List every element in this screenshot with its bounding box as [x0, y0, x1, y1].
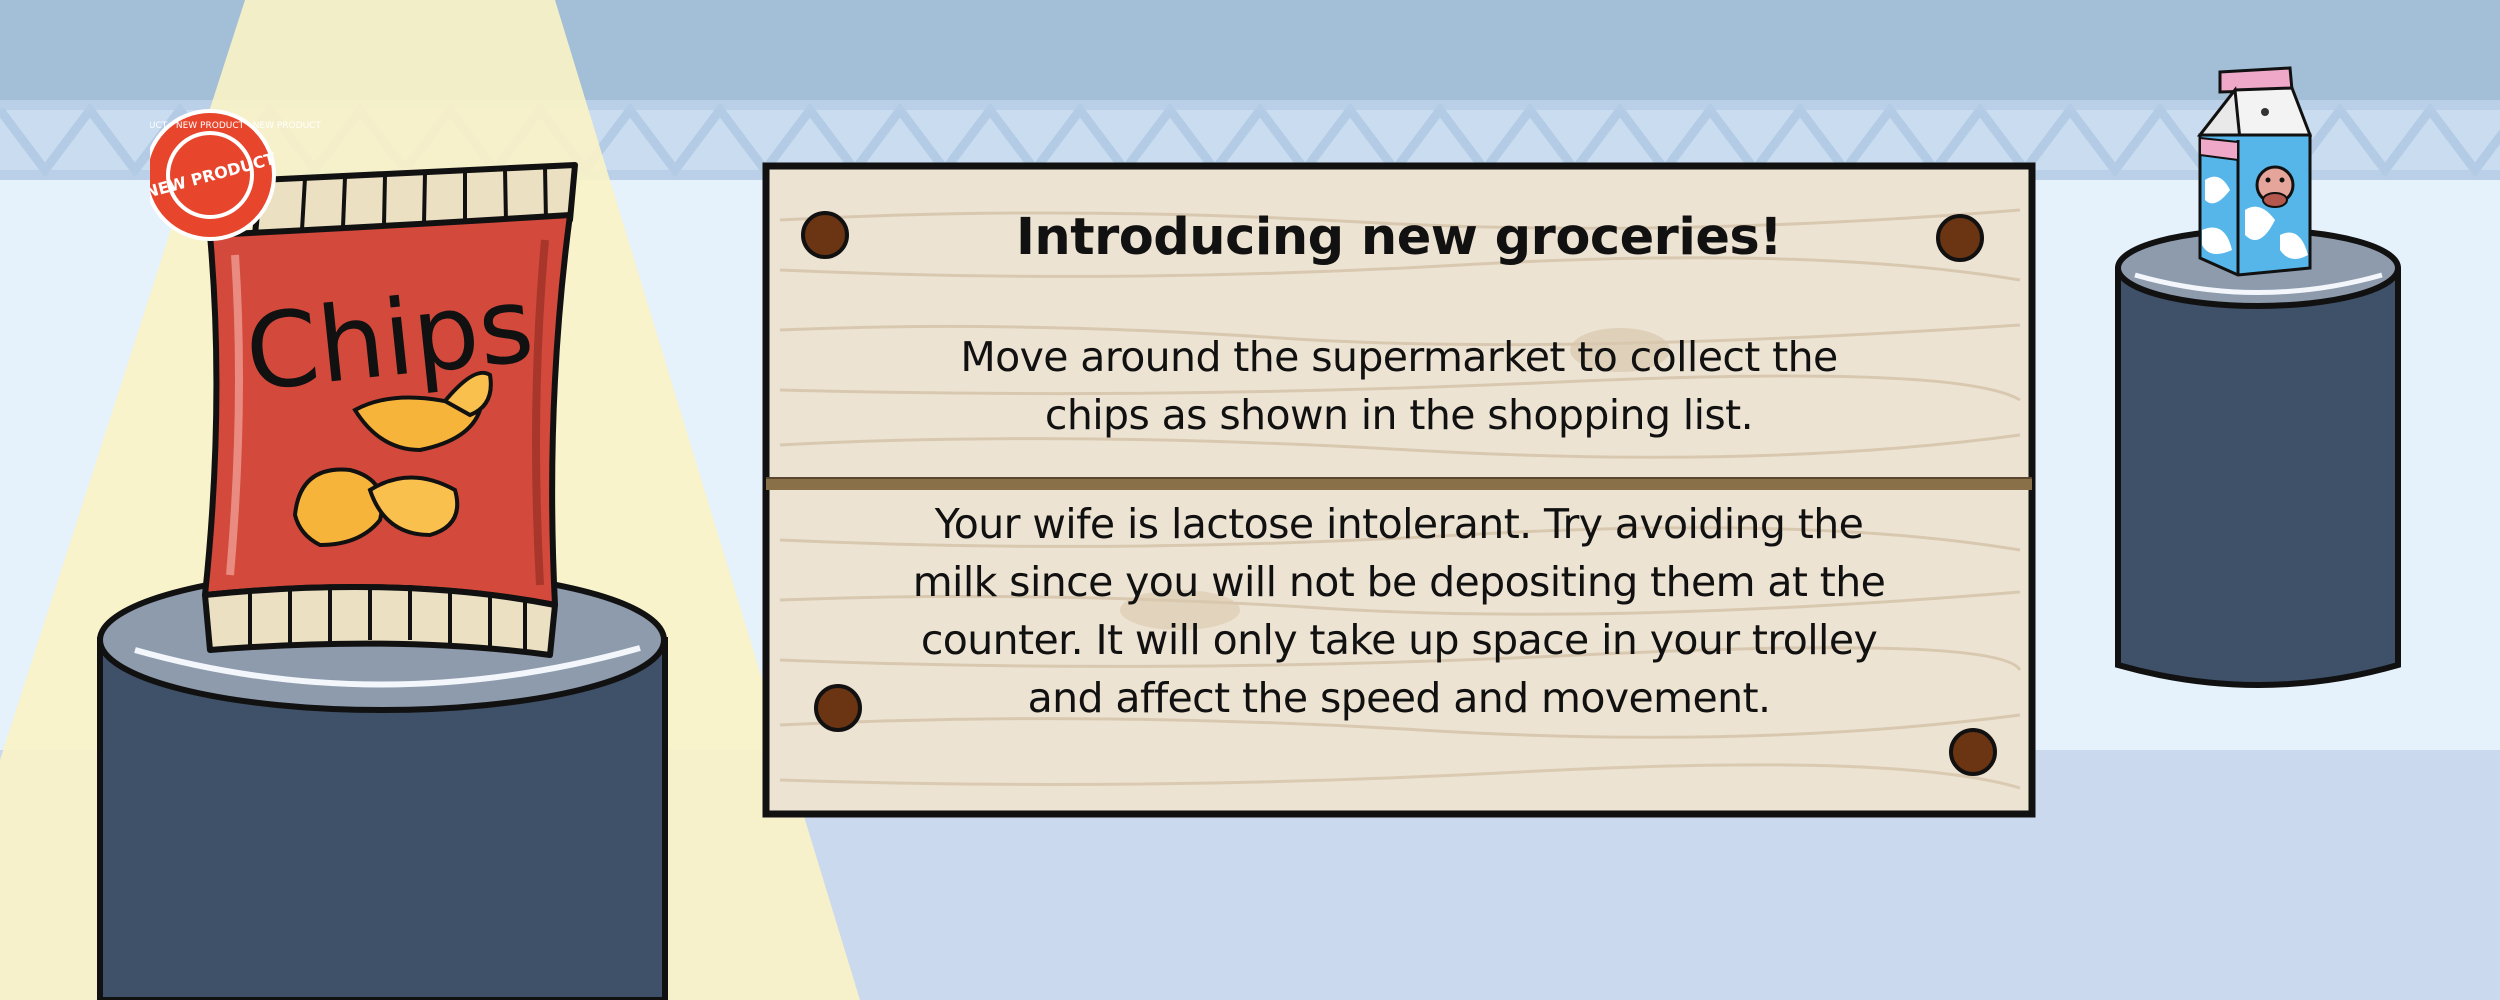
badge-ring-text: NEW PRODUCT · NEW PRODUCT · NEW PRODUCT [150, 121, 321, 131]
sign-text-area: Introducing new groceries! Move around t… [760, 160, 2038, 820]
right-pedestal [2115, 227, 2401, 688]
game-scene: Chips NEW PRODUCT · NEW PRODUCT · NEW PR… [0, 0, 2500, 1000]
chips-bag[interactable]: Chips NEW PRODUCT · NEW PRODUCT · NEW PR… [150, 105, 590, 665]
sign-paragraph-collect: Move around the supermarket to collect t… [960, 333, 1838, 439]
sign-paragraph-warning: Your wife is lactose intolerant. Try avo… [912, 500, 1886, 722]
sign-title: Introducing new groceries! [1015, 208, 1783, 267]
milk-carton-icon[interactable] [2180, 60, 2320, 285]
